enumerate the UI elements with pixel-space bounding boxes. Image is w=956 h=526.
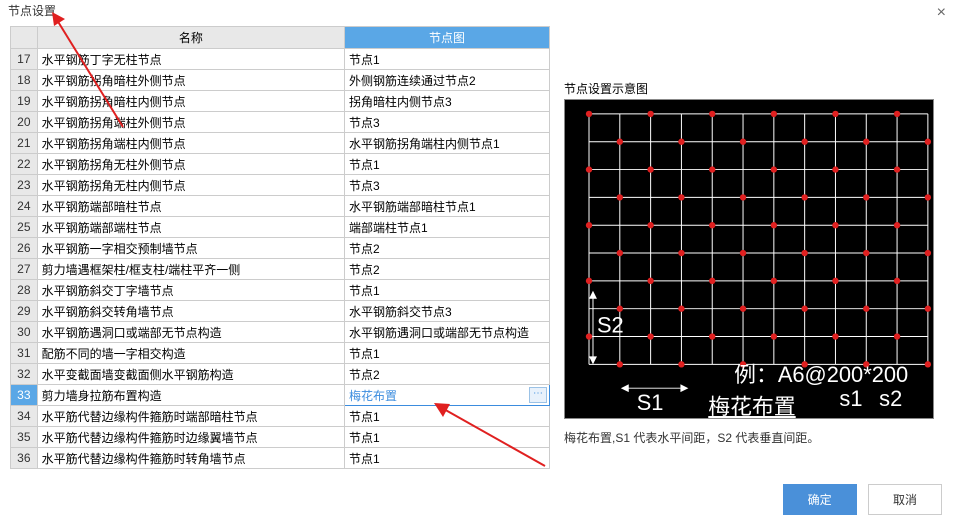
table-row[interactable]: 26水平钢筋一字相交预制墙节点节点2	[11, 238, 550, 259]
row-number: 23	[11, 175, 38, 196]
table-row[interactable]: 36水平筋代替边缘构件箍筋时转角墙节点节点1	[11, 448, 550, 469]
row-number: 22	[11, 154, 38, 175]
name-cell[interactable]: 水平钢筋拐角端柱外侧节点	[37, 112, 344, 133]
col-header-node: 节点图	[345, 27, 550, 49]
table-row[interactable]: 23水平钢筋拐角无柱内侧节点节点3	[11, 175, 550, 196]
table-row[interactable]: 31配筋不同的墙一字相交构造节点1	[11, 343, 550, 364]
node-cell[interactable]: 外侧钢筋连续通过节点2	[345, 70, 550, 91]
row-number: 19	[11, 91, 38, 112]
row-number: 29	[11, 301, 38, 322]
node-cell[interactable]: 节点1	[345, 448, 550, 469]
node-cell[interactable]: ⋯	[345, 385, 550, 406]
name-cell[interactable]: 水平钢筋遇洞口或端部无节点构造	[37, 322, 344, 343]
node-cell[interactable]: 节点3	[345, 175, 550, 196]
row-number: 26	[11, 238, 38, 259]
row-number: 20	[11, 112, 38, 133]
name-cell[interactable]: 水平筋代替边缘构件箍筋时转角墙节点	[37, 448, 344, 469]
name-cell[interactable]: 水平钢筋端部暗柱节点	[37, 196, 344, 217]
name-cell[interactable]: 水平筋代替边缘构件箍筋时边缘翼墙节点	[37, 427, 344, 448]
node-cell[interactable]: 节点3	[345, 112, 550, 133]
ellipsis-button[interactable]: ⋯	[529, 387, 547, 403]
table-row[interactable]: 25水平钢筋端部端柱节点端部端柱节点1	[11, 217, 550, 238]
table-row[interactable]: 17水平钢筋丁字无柱节点节点1	[11, 49, 550, 70]
node-cell[interactable]: 端部端柱节点1	[345, 217, 550, 238]
node-cell[interactable]: 节点1	[345, 49, 550, 70]
name-cell[interactable]: 水平钢筋拐角暗柱外侧节点	[37, 70, 344, 91]
dialog-title: 节点设置	[8, 4, 56, 18]
row-number: 28	[11, 280, 38, 301]
node-cell[interactable]: 水平钢筋遇洞口或端部无节点构造	[345, 322, 550, 343]
row-number: 31	[11, 343, 38, 364]
name-cell[interactable]: 水平钢筋斜交丁字墙节点	[37, 280, 344, 301]
table-row[interactable]: 32水平变截面墙变截面侧水平钢筋构造节点2	[11, 364, 550, 385]
node-cell[interactable]: 节点2	[345, 364, 550, 385]
row-number: 36	[11, 448, 38, 469]
name-cell[interactable]: 剪力墙身拉筋布置构造	[37, 385, 344, 406]
row-number: 24	[11, 196, 38, 217]
row-number: 21	[11, 133, 38, 154]
node-cell[interactable]: 节点1	[345, 343, 550, 364]
node-cell[interactable]: 拐角暗柱内侧节点3	[345, 91, 550, 112]
node-cell[interactable]: 节点2	[345, 259, 550, 280]
table-row[interactable]: 21水平钢筋拐角端柱内侧节点水平钢筋拐角端柱内侧节点1	[11, 133, 550, 154]
col-header-num	[11, 27, 38, 49]
table-row[interactable]: 28水平钢筋斜交丁字墙节点节点1	[11, 280, 550, 301]
row-number: 34	[11, 406, 38, 427]
row-number: 33	[11, 385, 38, 406]
table-row[interactable]: 27剪力墙遇框架柱/框支柱/端柱平齐一侧节点2	[11, 259, 550, 280]
table-row[interactable]: 18水平钢筋拐角暗柱外侧节点外侧钢筋连续通过节点2	[11, 70, 550, 91]
preview-diagram: S2 S1 例：A6@200*200 s1 s2 梅花布置	[564, 99, 934, 419]
row-number: 30	[11, 322, 38, 343]
table-row[interactable]: 35水平筋代替边缘构件箍筋时边缘翼墙节点节点1	[11, 427, 550, 448]
cancel-button[interactable]: 取消	[868, 484, 942, 515]
s1-label: S1	[637, 390, 664, 415]
name-cell[interactable]: 水平钢筋斜交转角墙节点	[37, 301, 344, 322]
preview-description: 梅花布置,S1 代表水平间距，S2 代表垂直间距。	[564, 429, 934, 446]
node-cell[interactable]: 水平钢筋端部暗柱节点1	[345, 196, 550, 217]
name-cell[interactable]: 水平钢筋拐角无柱内侧节点	[37, 175, 344, 196]
example-label: 例：A6@200*200	[734, 362, 908, 387]
node-cell[interactable]: 节点1	[345, 427, 550, 448]
name-cell[interactable]: 水平筋代替边缘构件箍筋时端部暗柱节点	[37, 406, 344, 427]
name-cell[interactable]: 水平钢筋端部端柱节点	[37, 217, 344, 238]
name-cell[interactable]: 水平钢筋拐角端柱内侧节点	[37, 133, 344, 154]
name-cell[interactable]: 水平钢筋一字相交预制墙节点	[37, 238, 344, 259]
s2-label: S2	[597, 313, 624, 338]
node-cell[interactable]: 水平钢筋斜交节点3	[345, 301, 550, 322]
close-icon[interactable]: ×	[937, 4, 946, 22]
node-table: 名称 节点图 17水平钢筋丁字无柱节点节点118水平钢筋拐角暗柱外侧节点外侧钢筋…	[10, 26, 550, 469]
ok-button[interactable]: 确定	[783, 484, 857, 515]
node-cell[interactable]: 水平钢筋拐角端柱内侧节点1	[345, 133, 550, 154]
s2-lower: s2	[879, 386, 902, 411]
table-row[interactable]: 33剪力墙身拉筋布置构造 ⋯	[11, 385, 550, 406]
name-cell[interactable]: 水平变截面墙变截面侧水平钢筋构造	[37, 364, 344, 385]
col-header-name: 名称	[37, 27, 344, 49]
table-row[interactable]: 22水平钢筋拐角无柱外侧节点节点1	[11, 154, 550, 175]
row-number: 35	[11, 427, 38, 448]
row-number: 32	[11, 364, 38, 385]
node-cell[interactable]: 节点1	[345, 154, 550, 175]
table-row[interactable]: 20水平钢筋拐角端柱外侧节点节点3	[11, 112, 550, 133]
s1-lower: s1	[839, 386, 862, 411]
preview-title: 节点设置示意图	[564, 80, 934, 97]
node-cell[interactable]: 节点1	[345, 280, 550, 301]
name-cell[interactable]: 配筋不同的墙一字相交构造	[37, 343, 344, 364]
table-row[interactable]: 19水平钢筋拐角暗柱内侧节点拐角暗柱内侧节点3	[11, 91, 550, 112]
table-row[interactable]: 30水平钢筋遇洞口或端部无节点构造水平钢筋遇洞口或端部无节点构造	[11, 322, 550, 343]
node-cell[interactable]: 节点2	[345, 238, 550, 259]
sublabel: 梅花布置	[708, 394, 795, 418]
table-row[interactable]: 29水平钢筋斜交转角墙节点水平钢筋斜交节点3	[11, 301, 550, 322]
name-cell[interactable]: 剪力墙遇框架柱/框支柱/端柱平齐一侧	[37, 259, 344, 280]
name-cell[interactable]: 水平钢筋拐角无柱外侧节点	[37, 154, 344, 175]
row-number: 18	[11, 70, 38, 91]
name-cell[interactable]: 水平钢筋丁字无柱节点	[37, 49, 344, 70]
name-cell[interactable]: 水平钢筋拐角暗柱内侧节点	[37, 91, 344, 112]
row-number: 27	[11, 259, 38, 280]
row-number: 17	[11, 49, 38, 70]
table-row[interactable]: 24水平钢筋端部暗柱节点水平钢筋端部暗柱节点1	[11, 196, 550, 217]
table-row[interactable]: 34水平筋代替边缘构件箍筋时端部暗柱节点节点1	[11, 406, 550, 427]
row-number: 25	[11, 217, 38, 238]
node-cell[interactable]: 节点1	[345, 406, 550, 427]
node-cell-input[interactable]	[345, 385, 527, 405]
